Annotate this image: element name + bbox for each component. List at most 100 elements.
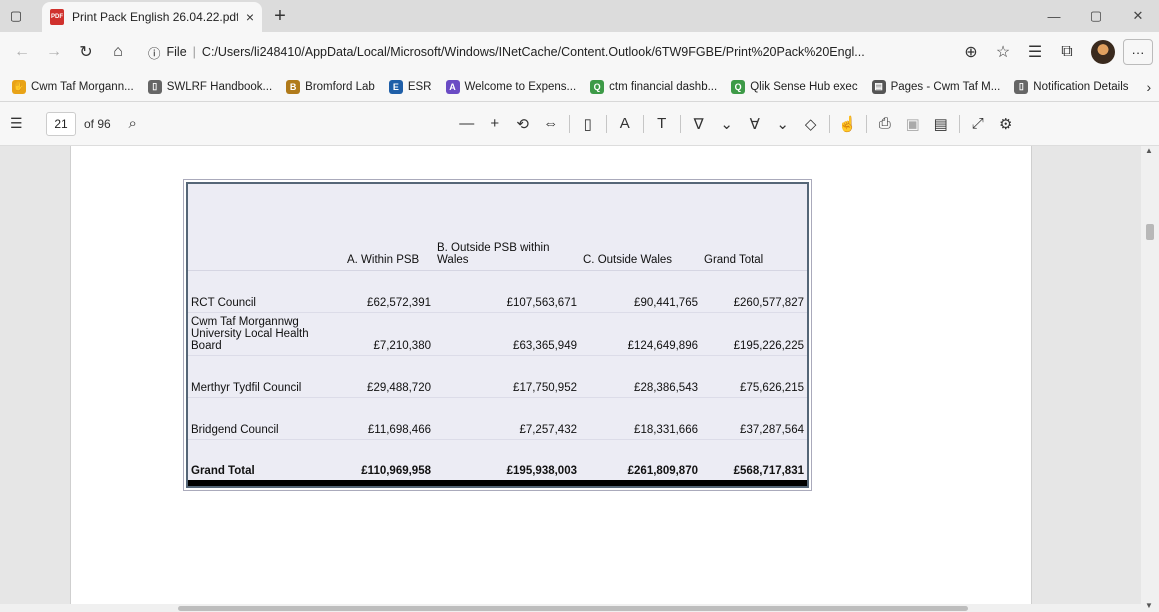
header-cell	[188, 184, 344, 271]
favorite-item[interactable]: B Bromford Lab	[280, 77, 381, 97]
new-tab-button[interactable]: +	[266, 2, 294, 30]
fit-to-page-icon[interactable]: ⇔	[537, 110, 565, 138]
pdf-toolbar: ☰ 21 of 96 ⌕ — + ⟲ ⇔ ▯ A T ∇ ⌄ ∀ ⌄ ◇ ☝ ⎙…	[0, 102, 1159, 146]
favorite-label: Welcome to Expens...	[464, 80, 577, 93]
draw-icon[interactable]: ∇	[685, 110, 713, 138]
url-text[interactable]: C:/Users/li248410/AppData/Local/Microsof…	[202, 45, 941, 59]
hand-icon: ✋	[12, 79, 26, 94]
horizontal-scroll-thumb[interactable]	[178, 606, 968, 611]
favorites-overflow-icon[interactable]: ›	[1137, 79, 1159, 95]
row-name: Cwm Taf Morgannwg University Local Healt…	[188, 312, 344, 356]
tab-close-button[interactable]: ×	[246, 9, 254, 25]
qlik-icon: Q	[590, 79, 605, 94]
fullscreen-icon[interactable]: ⤢	[964, 110, 992, 138]
save-as-icon[interactable]: ▤	[927, 110, 955, 138]
outside-wales-value: £18,331,666	[580, 397, 701, 440]
forward-icon[interactable]: →	[38, 36, 70, 68]
url-field[interactable]: ⓘ File | C:/Users/li248410/AppData/Local…	[140, 38, 949, 66]
more-options-button[interactable]: ···	[1123, 39, 1153, 65]
favorite-item[interactable]: ✋ Cwm Taf Morgann...	[6, 77, 140, 97]
address-bar: ← → ↻ ⌂ ⓘ File | C:/Users/li248410/AppDa…	[0, 32, 1159, 72]
toolbar-divider	[605, 114, 607, 133]
favorite-item[interactable]: A Welcome to Expens...	[440, 77, 583, 97]
spend-table: A. Within PSB B. Outside PSB within Wale…	[183, 179, 812, 491]
close-window-button[interactable]: ✕	[1117, 0, 1159, 32]
pdf-icon: PDF	[50, 9, 64, 25]
tab-pdf[interactable]: PDF Print Pack English 26.04.22.pdf ×	[42, 2, 262, 32]
expenses-icon: A	[445, 79, 460, 94]
table-of-contents-icon[interactable]: ☰	[10, 115, 36, 132]
grand-total-value: £568,717,831	[701, 439, 807, 486]
favorites-icon[interactable]: ☰	[1019, 36, 1051, 68]
rotate-icon[interactable]: ⟲	[509, 110, 537, 138]
pdf-page: A. Within PSB B. Outside PSB within Wale…	[70, 146, 1032, 604]
scroll-up-icon[interactable]: ▲	[1145, 146, 1153, 155]
favorite-item[interactable]: ▯ SWLRF Handbook...	[142, 77, 278, 97]
favorite-item[interactable]: Qctm financial dashb...	[584, 77, 723, 97]
zoom-icon[interactable]: ⊕	[955, 36, 987, 68]
table-row: Merthyr Tydfil Council £29,488,720 £17,7…	[188, 355, 807, 398]
add-text-icon[interactable]: T	[648, 110, 676, 138]
toolbar-divider	[828, 114, 830, 133]
favorite-item[interactable]: ▯ Notification Details	[1008, 77, 1134, 97]
grand-total-value: £37,287,564	[701, 397, 807, 440]
favorite-label: Pages - Cwm Taf M...	[890, 80, 1001, 93]
collections-icon[interactable]: ⧉	[1051, 36, 1083, 68]
within-psb-value: £29,488,720	[344, 355, 434, 398]
read-aloud-icon[interactable]: A	[611, 110, 639, 138]
add-favorite-icon[interactable]: ☆	[987, 36, 1019, 68]
save-icon: ▣	[905, 115, 920, 133]
favorite-item[interactable]: Q Qlik Sense Hub exec	[725, 77, 863, 97]
within-psb-value: £110,969,958	[344, 439, 434, 486]
horizontal-scrollbar[interactable]	[0, 604, 1141, 612]
favorite-label: Qlik Sense Hub exec	[750, 80, 858, 93]
profile-avatar[interactable]	[1091, 40, 1115, 64]
settings-icon[interactable]: ⚙	[992, 110, 1020, 138]
vertical-scrollbar[interactable]: ▲ ▼	[1141, 146, 1159, 612]
page-number-input[interactable]: 21	[46, 111, 76, 136]
scroll-down-icon[interactable]: ▼	[1145, 601, 1153, 610]
zoom-out-icon[interactable]: —	[453, 110, 481, 138]
outside-wales-value: £124,649,896	[580, 312, 701, 356]
pdf-viewport: A. Within PSB B. Outside PSB within Wale…	[0, 146, 1141, 604]
highlight-icon[interactable]: ∀	[741, 110, 769, 138]
home-icon[interactable]: ⌂	[102, 36, 134, 68]
page-count-label: of 96	[84, 116, 111, 131]
refresh-icon[interactable]: ↻	[70, 36, 102, 68]
draw-dropdown-icon[interactable]: ⌄	[713, 110, 741, 138]
erase-icon[interactable]: ◇	[797, 110, 825, 138]
back-icon[interactable]: ←	[6, 36, 38, 68]
tab-actions-icon[interactable]: ▢	[0, 0, 32, 32]
grand-total-value: £75,626,215	[701, 355, 807, 398]
find-icon[interactable]: ⌕	[119, 110, 147, 138]
outside-psb-wales-value: £7,257,432	[434, 397, 580, 440]
favorite-item[interactable]: ▤ Pages - Cwm Taf M...	[866, 77, 1007, 97]
zoom-in-icon[interactable]: +	[481, 110, 509, 138]
toolbar-divider	[679, 114, 681, 133]
tab-title: Print Pack English 26.04.22.pdf	[72, 10, 238, 24]
minimize-button[interactable]: —	[1033, 0, 1075, 32]
page-view-icon[interactable]: ▯	[574, 110, 602, 138]
highlight-dropdown-icon[interactable]: ⌄	[769, 110, 797, 138]
restore-button[interactable]: ▢	[1075, 0, 1117, 32]
grand-total-value: £260,577,827	[701, 270, 807, 313]
outside-wales-value: £90,441,765	[580, 270, 701, 313]
favorite-label: ESR	[407, 80, 432, 93]
table-row: Bridgend Council £11,698,466 £7,257,432 …	[188, 397, 807, 440]
row-name: Merthyr Tydfil Council	[188, 355, 344, 398]
info-icon[interactable]: ⓘ	[148, 43, 161, 62]
print-icon[interactable]: ⎙	[871, 110, 899, 138]
vertical-scroll-thumb[interactable]	[1146, 224, 1154, 240]
page-icon: ▯	[1014, 79, 1029, 94]
favorites-bar: ✋ Cwm Taf Morgann... ▯ SWLRF Handbook... B Br…	[0, 72, 1159, 102]
table-row: Cwm Taf Morgannwg University Local Healt…	[188, 312, 807, 356]
table-header-row: A. Within PSB B. Outside PSB within Wale…	[188, 184, 807, 271]
favorite-label: SWLRF Handbook...	[166, 80, 273, 93]
grand-total-row: Grand Total £110,969,958 £195,938,003 £2…	[188, 439, 807, 486]
within-psb-value: £11,698,466	[344, 397, 434, 440]
favorite-label: Cwm Taf Morgann...	[31, 80, 134, 93]
favorite-item[interactable]: E ESR	[383, 77, 438, 97]
favorite-label: Notification Details	[1033, 80, 1129, 93]
qlik-icon: Q	[731, 79, 746, 94]
toolbar-divider	[642, 114, 644, 133]
